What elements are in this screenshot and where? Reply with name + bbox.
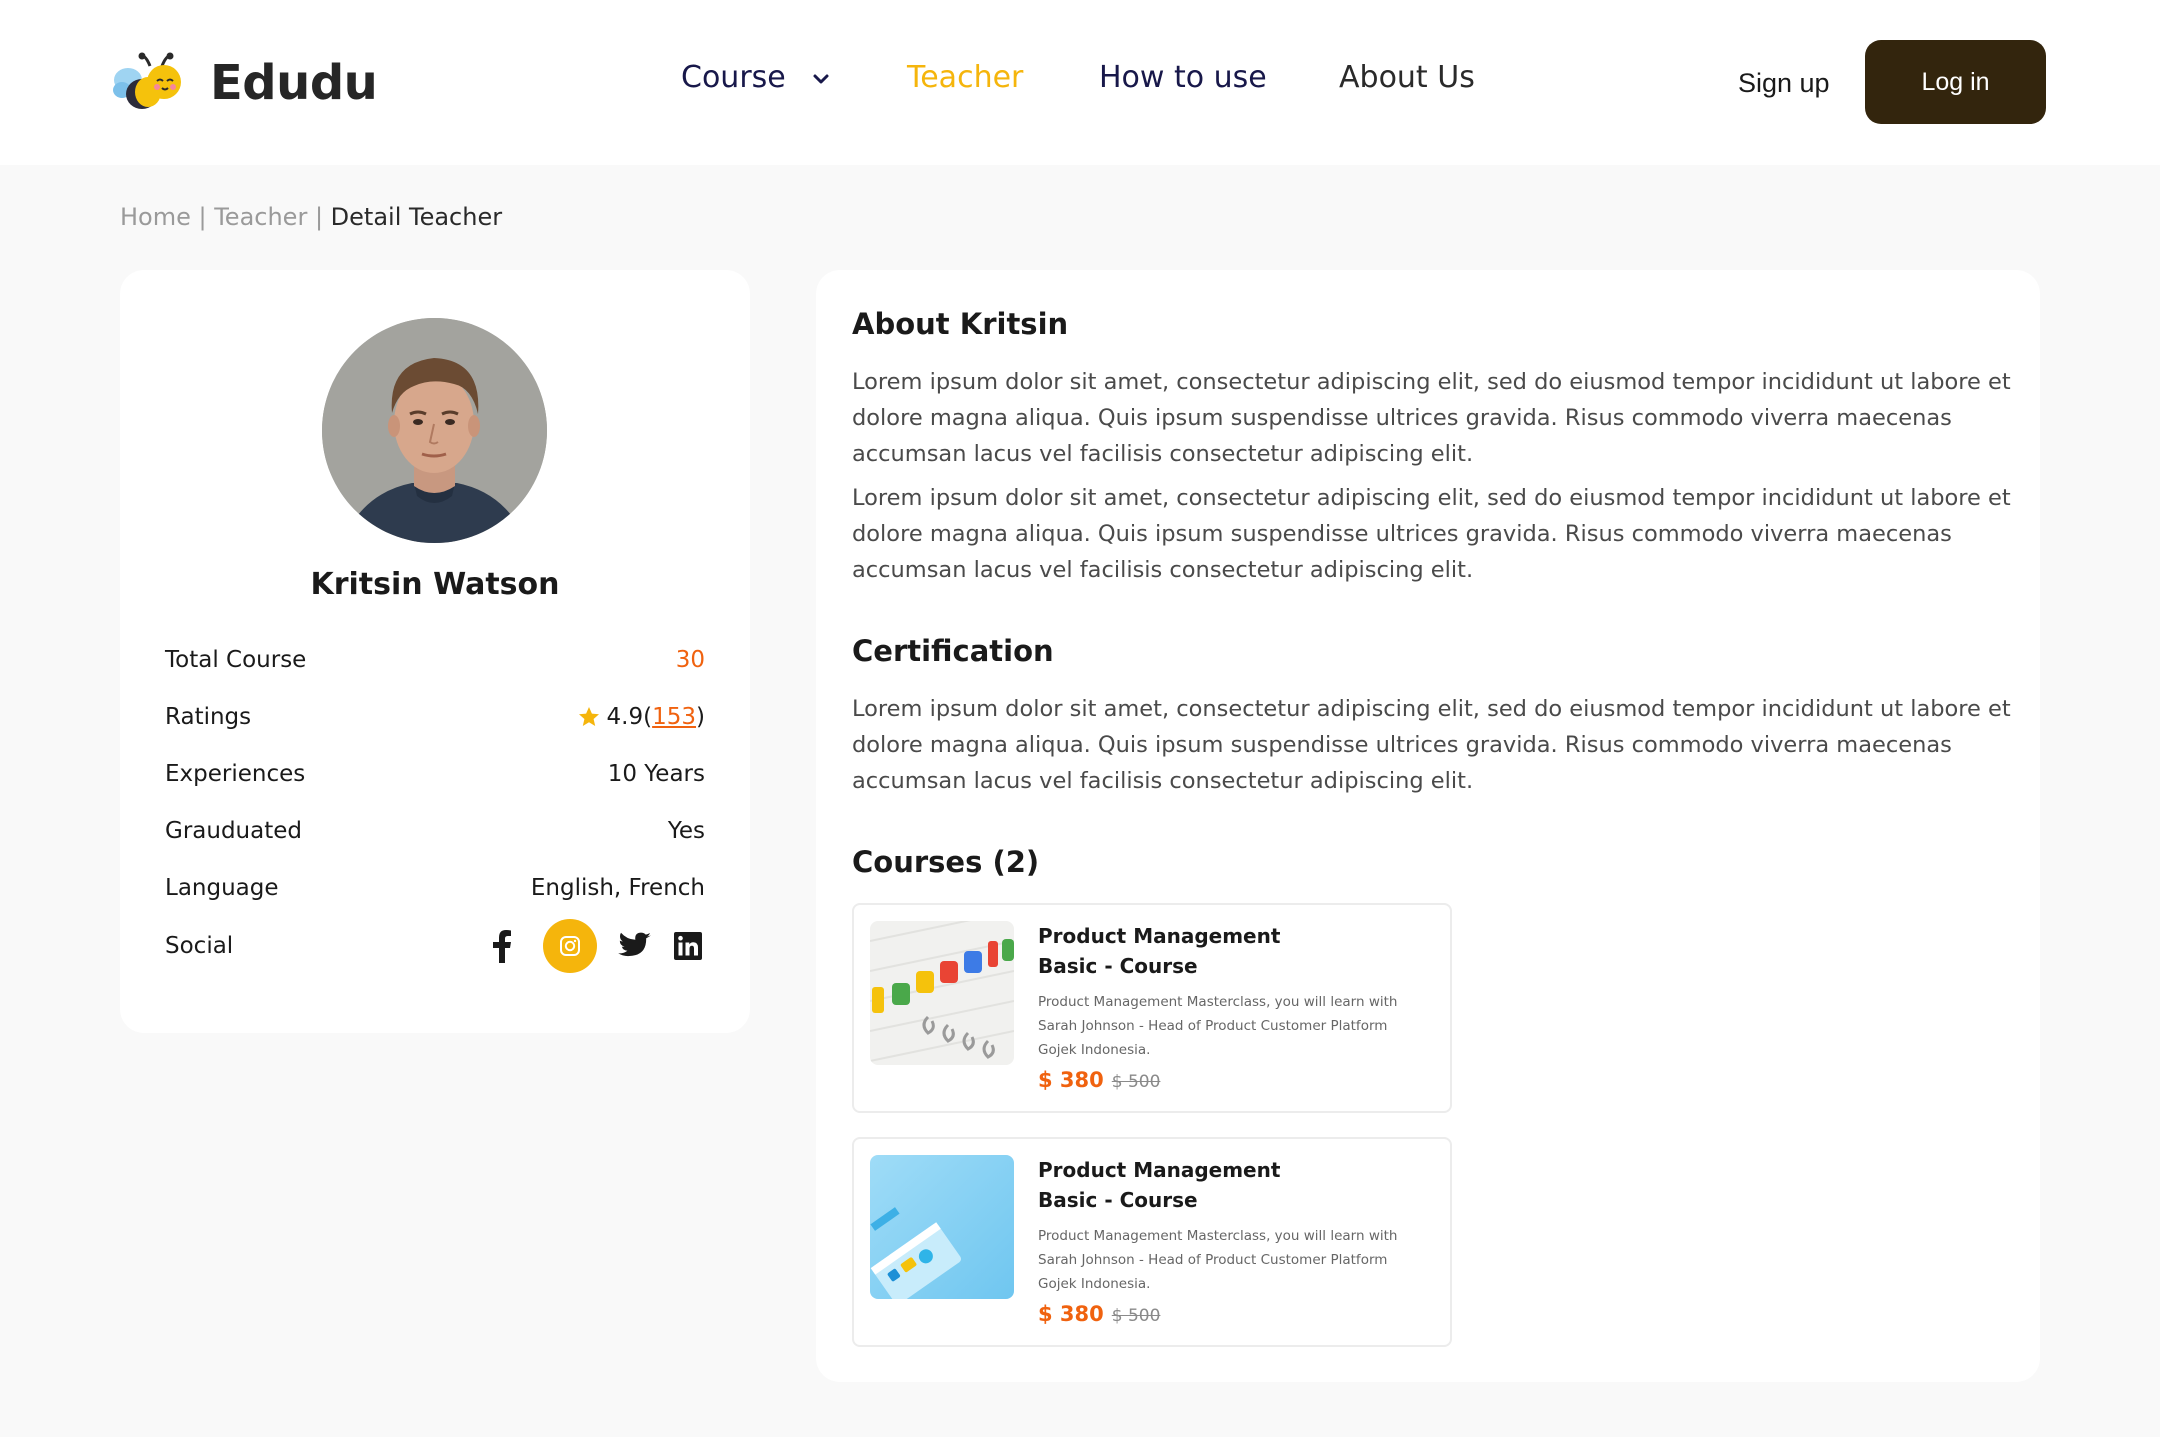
course-title-line: Basic - Course	[1038, 954, 1198, 978]
nav-course-label: Course	[681, 60, 786, 95]
nav-course[interactable]: Course	[681, 60, 834, 95]
course-description: Product Management Masterclass, you will…	[1038, 994, 1398, 1058]
course-title-line: Product Management	[1038, 924, 1281, 948]
stat-value: 30	[675, 647, 705, 673]
stat-graduated: Grauduated Yes	[165, 811, 705, 851]
courses-title: Courses (2)	[852, 845, 1040, 879]
rating-value-group: 4.9(153)	[577, 704, 705, 730]
about-paragraph: Lorem ipsum dolor sit amet, consectetur …	[852, 485, 2011, 583]
rating-paren: )	[696, 704, 705, 730]
course-title: Product Management Basic - Course	[1038, 1155, 1418, 1215]
social-icons	[487, 919, 705, 973]
stat-label: Ratings	[165, 704, 252, 730]
stat-value: Yes	[667, 818, 705, 844]
instagram-icon[interactable]	[543, 919, 597, 973]
stat-label: Social	[165, 933, 234, 959]
stat-label: Grauduated	[165, 818, 302, 844]
teacher-name: Kritsin Watson	[310, 567, 560, 602]
breadcrumb-separator: |	[307, 203, 331, 231]
stat-label: Total Course	[165, 647, 307, 673]
breadcrumb-home[interactable]: Home	[120, 203, 191, 231]
chevron-down-icon	[808, 65, 834, 91]
breadcrumb-current: Detail Teacher	[330, 203, 503, 231]
price-current: $ 380	[1038, 1068, 1104, 1092]
facebook-icon[interactable]	[487, 926, 517, 966]
teacher-detail-card: About Kritsin Lorem ipsum dolor sit amet…	[816, 270, 2040, 1382]
linkedin-icon[interactable]	[671, 926, 705, 966]
stat-ratings: Ratings 4.9(153)	[165, 697, 705, 737]
about-paragraph: Lorem ipsum dolor sit amet, consectetur …	[852, 369, 2011, 467]
stat-language: Language English, French	[165, 868, 705, 908]
bee-logo-icon	[112, 52, 188, 114]
rating-score: 4.9	[606, 704, 644, 730]
price-original: $ 500	[1111, 1072, 1161, 1092]
stat-total-course: Total Course 30	[165, 640, 705, 680]
stat-value: 10 Years	[607, 761, 705, 787]
course-card[interactable]: Product Management Basic - Course Produc…	[852, 1137, 1452, 1347]
breadcrumb: Home | Teacher | Detail Teacher	[120, 203, 502, 231]
price-original: $ 500	[1111, 1306, 1161, 1326]
top-navbar: Edudu Course Teacher How to use About Us…	[0, 0, 2160, 165]
sign-up-link[interactable]: Sign up	[1738, 68, 1830, 99]
log-in-button[interactable]: Log in	[1865, 40, 2046, 124]
logo-text: Edudu	[210, 55, 378, 111]
course-title-line: Product Management	[1038, 1158, 1281, 1182]
teacher-profile-card: Kritsin Watson Total Course 30 Ratings 4…	[120, 270, 750, 1033]
breadcrumb-separator: |	[190, 203, 215, 231]
teacher-avatar	[322, 318, 547, 543]
rating-count-link[interactable]: 153	[652, 704, 696, 730]
stat-experiences: Experiences 10 Years	[165, 754, 705, 794]
stat-label: Language	[165, 875, 279, 901]
course-thumbnail-education	[870, 921, 1014, 1065]
stat-value: English, French	[530, 875, 705, 901]
breadcrumb-teacher[interactable]: Teacher	[214, 203, 307, 231]
rating-paren: (	[643, 704, 653, 730]
star-icon	[577, 705, 601, 729]
nav-how-to-use[interactable]: How to use	[1099, 60, 1267, 95]
course-card[interactable]: Product Management Basic - Course Produc…	[852, 903, 1452, 1113]
stat-label: Experiences	[165, 761, 306, 787]
certification-paragraph: Lorem ipsum dolor sit amet, consectetur …	[852, 696, 2011, 794]
course-title: Product Management Basic - Course	[1038, 921, 1418, 981]
course-price: $ 380 $ 500	[1038, 1302, 1160, 1326]
about-title: About Kritsin	[852, 307, 1069, 341]
logo[interactable]: Edudu	[112, 52, 378, 114]
course-description: Product Management Masterclass, you will…	[1038, 1228, 1398, 1292]
course-thumbnail-stationery	[870, 1155, 1014, 1299]
stat-social: Social	[165, 918, 705, 974]
nav-about-us[interactable]: About Us	[1339, 60, 1475, 95]
nav-teacher[interactable]: Teacher	[907, 60, 1023, 95]
course-title-line: Basic - Course	[1038, 1188, 1198, 1212]
twitter-icon[interactable]	[617, 926, 653, 966]
price-current: $ 380	[1038, 1302, 1104, 1326]
course-price: $ 380 $ 500	[1038, 1068, 1160, 1092]
certification-title: Certification	[852, 634, 1054, 668]
